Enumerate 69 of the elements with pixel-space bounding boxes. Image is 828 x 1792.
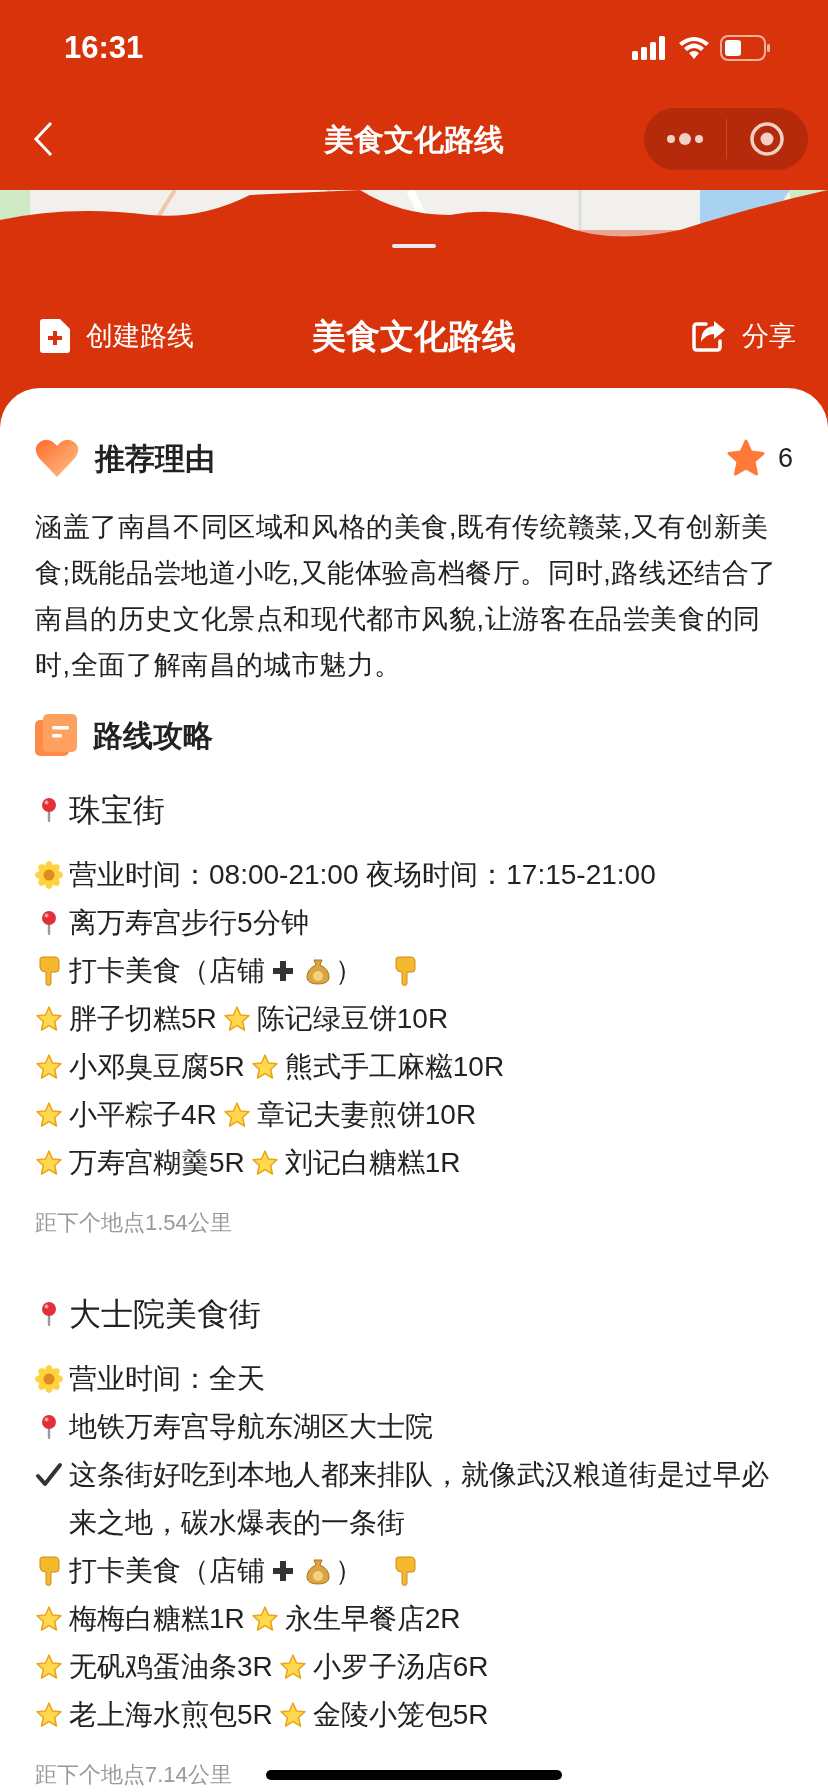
dish-text: 老上海水煎包5R [69, 1698, 273, 1732]
add-document-icon [40, 319, 70, 353]
dish-text: 熊式手工麻糍10R [284, 1050, 505, 1084]
rating-count: 6 [777, 441, 793, 475]
dish-text: 梅梅白糖糕1R [69, 1602, 245, 1636]
nav-title: 美食文化路线 [324, 121, 504, 158]
create-route-button[interactable]: 创建路线 [40, 315, 194, 357]
info-text: 这条街好吃到本地人都来排队，就像武汉粮道街是过早必来之地，碳水爆表的一条街 [69, 1458, 770, 1540]
food-header-text: ） [335, 954, 363, 988]
section-title: 推荐理由 [95, 440, 215, 477]
route-title: 美食文化路线 [312, 315, 516, 357]
plus-icon [271, 1559, 295, 1583]
share-button[interactable]: 分享 [692, 315, 796, 357]
money-bag-icon [305, 957, 331, 985]
star-icon [35, 1005, 63, 1033]
dish-text: 永生早餐店2R [284, 1602, 461, 1636]
star-icon [725, 439, 766, 477]
dish-text: 胖子切糕5R [69, 1002, 217, 1036]
dish-text: 陈记绿豆饼10R [256, 1002, 449, 1036]
distance-text: 距下个地点7.14公里 [35, 1761, 232, 1789]
dish-text: 章记夫妻煎饼10R [256, 1098, 477, 1132]
star-icon [35, 1605, 63, 1633]
dish-text: 万寿宫糊羹5R [69, 1146, 245, 1180]
flower-icon [35, 861, 63, 889]
flower-icon [35, 1365, 63, 1393]
star-icon [35, 1053, 63, 1081]
money-bag-icon [305, 1557, 331, 1585]
status-time: 16:31 [64, 28, 144, 67]
battery-icon [720, 35, 770, 61]
star-icon [35, 1653, 63, 1681]
dish-text: 无矾鸡蛋油条3R [69, 1650, 273, 1684]
star-icon [250, 1149, 279, 1177]
star-icon [250, 1605, 279, 1633]
more-icon [664, 132, 705, 146]
info-text: 营业时间：全天 [69, 1362, 266, 1396]
star-icon [35, 1149, 63, 1177]
plus-icon [271, 959, 295, 983]
dish-text: 小罗子汤店6R [312, 1650, 489, 1684]
star-icon [222, 1101, 251, 1129]
dish-text: 小邓臭豆腐5R [69, 1050, 245, 1084]
dish-text: 小平粽子4R [69, 1098, 217, 1132]
dish-text: 金陵小笼包5R [312, 1698, 489, 1732]
star-icon [35, 1101, 63, 1129]
wifi-icon [678, 36, 710, 60]
distance-text: 距下个地点1.54公里 [35, 1209, 232, 1237]
heart-icon [35, 438, 79, 478]
stop-name: 大士院美食街 [69, 1295, 261, 1334]
star-icon [278, 1653, 307, 1681]
check-icon [35, 1461, 63, 1489]
food-header-text: ） [335, 1554, 363, 1588]
info-text: 地铁万寿宫导航东湖区大士院 [69, 1410, 434, 1444]
dish-text: 刘记白糖糕1R [284, 1146, 461, 1180]
star-icon [222, 1005, 251, 1033]
signal-icon [632, 36, 668, 60]
target-icon [750, 122, 785, 156]
section-title: 路线攻略 [93, 717, 213, 754]
drag-handle[interactable] [392, 244, 436, 248]
star-icon [35, 1701, 63, 1729]
back-icon [33, 121, 53, 157]
document-icon [35, 714, 77, 756]
star-icon [250, 1053, 279, 1081]
food-header-text: 打卡美食（店铺 [69, 954, 265, 988]
recommendation-text: 涵盖了南昌不同区域和风格的美食,既有传统赣菜,又有创新美食;既能品尝地道小吃,又能体验高档餐厅。同时,路线还结合了南昌的历史文化景点和现代都市风貌,让游客在品尝美食的同时,全面了解南昌的城市魅力。 [35, 511, 778, 682]
star-icon [278, 1701, 307, 1729]
food-header-text: 打卡美食（店铺 [69, 1554, 265, 1588]
info-text: 营业时间：08:00-21:00 夜场时间：17:15-21:00 [69, 858, 657, 892]
stop-name: 珠宝街 [69, 791, 165, 830]
info-text: 离万寿宫步行5分钟 [69, 906, 310, 940]
share-icon [692, 320, 726, 352]
